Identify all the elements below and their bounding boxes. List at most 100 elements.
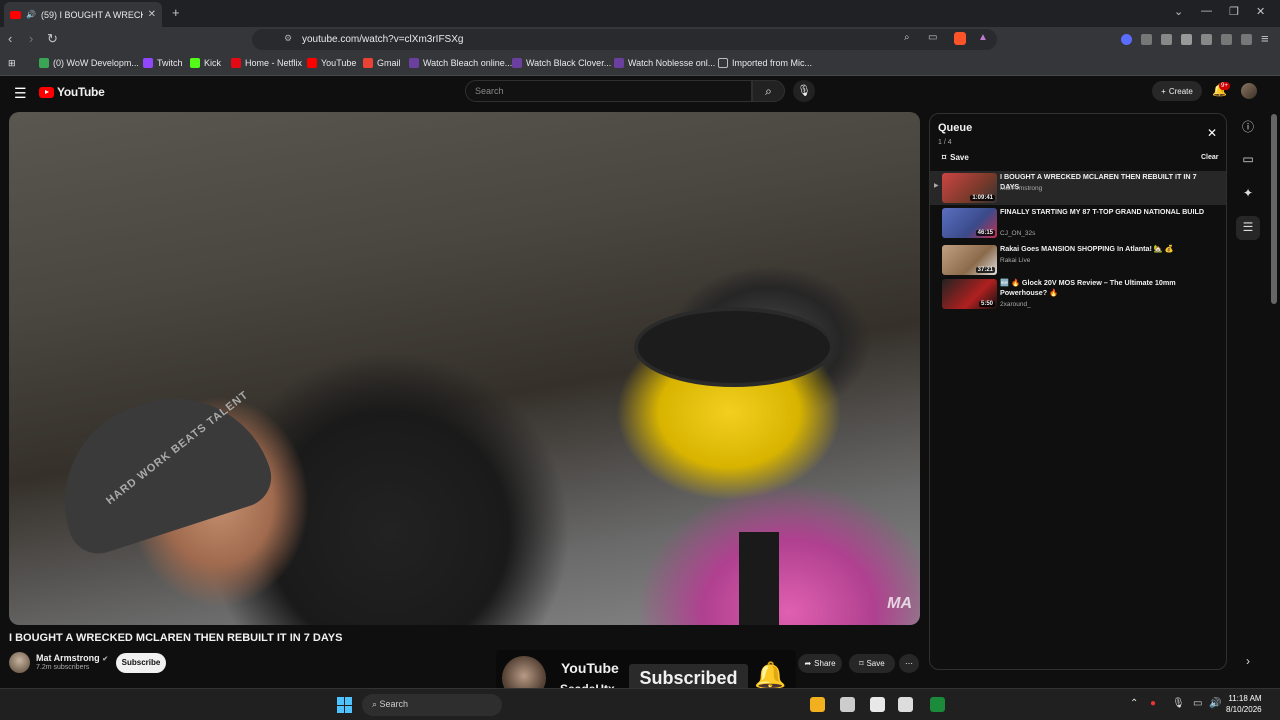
bookmark-gmail[interactable]: Gmail (363, 58, 401, 68)
bookmark-folder-imported[interactable]: Imported from Mic... (718, 58, 812, 68)
file-explorer-icon[interactable] (810, 697, 825, 712)
bookmark-bleach[interactable]: Watch Bleach online... (409, 58, 512, 68)
menu-icon[interactable]: ≡ (1261, 31, 1269, 46)
site-info-icon[interactable]: ⚙ (284, 33, 292, 44)
tray-chevron-icon[interactable]: ⌃ (1130, 698, 1138, 709)
brave-shield-icon[interactable] (954, 32, 966, 45)
url-text[interactable]: youtube.com/watch?v=clXm3rIFSXg (302, 34, 463, 45)
queue-list-icon[interactable]: ☰ (1236, 216, 1260, 240)
new-tab-button[interactable]: + (172, 5, 180, 20)
channel-name-text: Mat Armstrong (36, 653, 100, 663)
ask-ai-sparkle-icon[interactable]: ✦ (1236, 182, 1260, 206)
reload-button[interactable]: ↻ (47, 31, 58, 47)
info-icon[interactable]: ⓘ (1236, 114, 1260, 138)
bookmark-twitch[interactable]: Twitch (143, 58, 183, 68)
app-icon[interactable] (840, 697, 855, 712)
search-input[interactable]: Search (465, 80, 752, 102)
video-player[interactable]: HARD WORK BEATS TALENT MA (9, 112, 920, 625)
bookmark-label: Watch Bleach online... (423, 58, 513, 68)
queue-duration: 46:15 (975, 230, 995, 236)
volume-icon[interactable]: 🔊 (1209, 698, 1221, 709)
cast-icon[interactable]: ▭ (928, 32, 937, 43)
comments-icon[interactable]: ▭ (1236, 148, 1260, 172)
channel-watermark: MA (887, 595, 912, 612)
extensions-puzzle-icon[interactable] (1141, 34, 1152, 45)
address-bar[interactable]: ⚙ youtube.com/watch?v=clXm3rIFSXg ⌕ ▭ ▲ (252, 29, 997, 50)
page-scrollbar[interactable] (1271, 114, 1277, 304)
bookmark-wow[interactable]: (0) WoW Developm... (39, 58, 139, 68)
app-icon[interactable] (870, 697, 885, 712)
taskbar-search[interactable]: ⌕ Search (362, 694, 502, 716)
more-actions-button[interactable]: ⋯ (899, 654, 919, 673)
queue-item[interactable]: 46:15 FINALLY STARTING MY 87 T-TOP GRAND… (930, 206, 1226, 242)
voice-search-button[interactable]: 🎙 (793, 80, 815, 102)
now-playing-icon: ▶ (934, 183, 939, 189)
youtube-favicon-icon (10, 10, 21, 19)
create-button[interactable]: + Create (1152, 81, 1202, 101)
tab-list-chevron-icon[interactable]: ⌄ (1174, 5, 1183, 18)
folder-icon (718, 58, 728, 68)
share-button[interactable]: ➦ Share (798, 654, 842, 673)
gmail-icon (363, 58, 373, 68)
save-icon: ⌑ (942, 153, 947, 162)
taskbar-clock[interactable]: 11:18 AM 8/10/2026 (1226, 693, 1262, 715)
queue-item[interactable]: 5:50 🆕 🔥 Glock 20V MOS Review – The Ulti… (930, 277, 1226, 313)
lift-pad (634, 307, 834, 387)
sidebar-icon[interactable] (1181, 34, 1192, 45)
tray-app-icon[interactable]: ● (1150, 698, 1156, 709)
hamburger-menu-icon[interactable]: ☰ (14, 85, 27, 102)
leo-ai-icon[interactable] (1221, 34, 1232, 45)
extension-vpn-icon[interactable] (1121, 34, 1132, 45)
zoom-icon[interactable]: ⌕ (904, 32, 910, 43)
tab-close-icon[interactable]: ✕ (148, 9, 156, 20)
app-icon[interactable] (930, 697, 945, 712)
windows-start-icon[interactable] (337, 697, 353, 713)
browser-tab[interactable]: 🔊 (59) I BOUGHT A WRECKED M ✕ (4, 2, 162, 27)
chevron-right-icon[interactable]: › (1236, 650, 1260, 674)
account-avatar[interactable] (1241, 83, 1257, 99)
bookmark-netflix[interactable]: Home - Netflix (231, 58, 302, 68)
youtube-logo[interactable]: YouTube (39, 85, 105, 99)
channel-name[interactable]: Mat Armstrong ✔ (36, 653, 108, 663)
apps-grid-icon[interactable]: ⊞ (8, 58, 16, 69)
clock-date: 8/10/2026 (1226, 705, 1262, 714)
network-icon[interactable]: ▭ (1193, 698, 1202, 709)
queue-duration: 1:09:41 (970, 195, 995, 201)
bookmark-black-clover[interactable]: Watch Black Clover... (512, 58, 611, 68)
vpn-shield-icon[interactable] (1241, 34, 1252, 45)
bookmark-label: Twitch (157, 58, 183, 68)
queue-close-icon[interactable]: ✕ (1207, 126, 1217, 140)
app-icon[interactable] (898, 697, 913, 712)
queue-save-button[interactable]: ⌑ Save (942, 153, 969, 162)
queue-clear-button[interactable]: Clear (1201, 154, 1219, 161)
tray-mic-icon[interactable]: 🎙 (1172, 698, 1185, 709)
channel-avatar[interactable] (9, 652, 30, 673)
back-button[interactable]: ‹ (8, 31, 12, 46)
queue-channel: CJ_ON_32s (1000, 230, 1036, 237)
youtube-icon (307, 58, 317, 68)
minimize-button[interactable]: — (1201, 5, 1212, 17)
bookmark-label: YouTube (321, 58, 357, 68)
speaker-icon[interactable]: 🔊 (26, 10, 36, 19)
queue-video-title: FINALLY STARTING MY 87 T-TOP GRAND NATIO… (1000, 207, 1205, 216)
bookmark-noblesse[interactable]: Watch Noblesse onl... (614, 58, 715, 68)
music-icon[interactable] (1161, 34, 1172, 45)
bookmark-kick[interactable]: Kick (190, 58, 221, 68)
queue-item[interactable]: 37:21 Rakai Goes MANSION SHOPPING In Atl… (930, 243, 1226, 277)
wallet-icon[interactable] (1201, 34, 1212, 45)
overlay-bell-icon: 🔔 (754, 660, 787, 690)
share-icon: ➦ (804, 659, 812, 668)
maximize-button[interactable]: ❐ (1229, 5, 1239, 18)
subscriber-count: 7.2m subscribers (36, 664, 90, 671)
save-button[interactable]: ⌑ Save (849, 654, 895, 673)
search-button[interactable]: ⌕ (752, 80, 785, 102)
youtube-logo-text: YouTube (57, 85, 105, 99)
brave-rewards-icon[interactable]: ▲ (978, 32, 988, 43)
queue-duration: 37:21 (975, 267, 995, 273)
bookmark-youtube[interactable]: YouTube (307, 58, 356, 68)
subscribe-button[interactable]: Subscribe (116, 653, 166, 673)
forward-button[interactable]: › (29, 31, 33, 46)
queue-item[interactable]: ▶ 1:09:41 I BOUGHT A WRECKED MCLAREN THE… (930, 171, 1226, 205)
site-icon (614, 58, 624, 68)
close-window-button[interactable]: ✕ (1256, 5, 1265, 18)
